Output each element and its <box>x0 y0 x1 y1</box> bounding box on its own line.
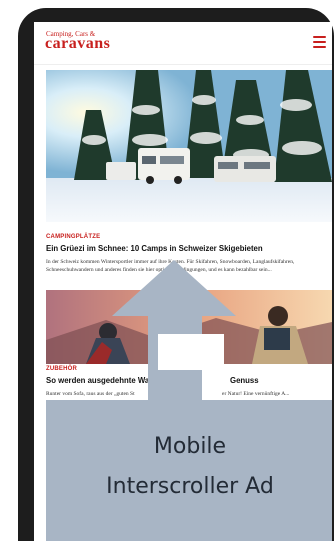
site-logo[interactable]: caravans <box>45 35 110 53</box>
article-teaser-right: er Natur! Eine vernünftige A... <box>222 391 290 397</box>
article-category[interactable]: CAMPINGPLÄTZE <box>46 234 100 240</box>
site-header: Camping, Cars & caravans <box>34 22 332 65</box>
ad-label-line2: Interscroller Ad <box>106 474 274 499</box>
hamburger-menu-icon[interactable] <box>313 36 326 48</box>
article-title-right[interactable]: Genuss <box>230 376 270 386</box>
article-image-hikers[interactable] <box>46 290 332 364</box>
article-title[interactable]: Ein Grüezi im Schnee: 10 Camps in Schwei… <box>46 244 330 254</box>
article-title-left[interactable]: So werden ausgedehnte Wa <box>46 376 168 386</box>
article-image-winter-camp[interactable] <box>46 70 332 222</box>
ad-label-line1: Mobile <box>153 434 227 459</box>
article-teaser-left: Runter vom Sofa, raus aus der „guten St <box>46 391 135 397</box>
phone-screen: Camping, Cars & caravans CAMPINGPLÄTZE E… <box>34 22 332 541</box>
article-category[interactable]: ZUBEHÖR <box>46 366 77 372</box>
article-teaser: In der Schweiz kommen Wintersportler imm… <box>46 259 295 273</box>
interscroller-ad[interactable]: Mobile Interscroller Ad <box>46 400 332 541</box>
